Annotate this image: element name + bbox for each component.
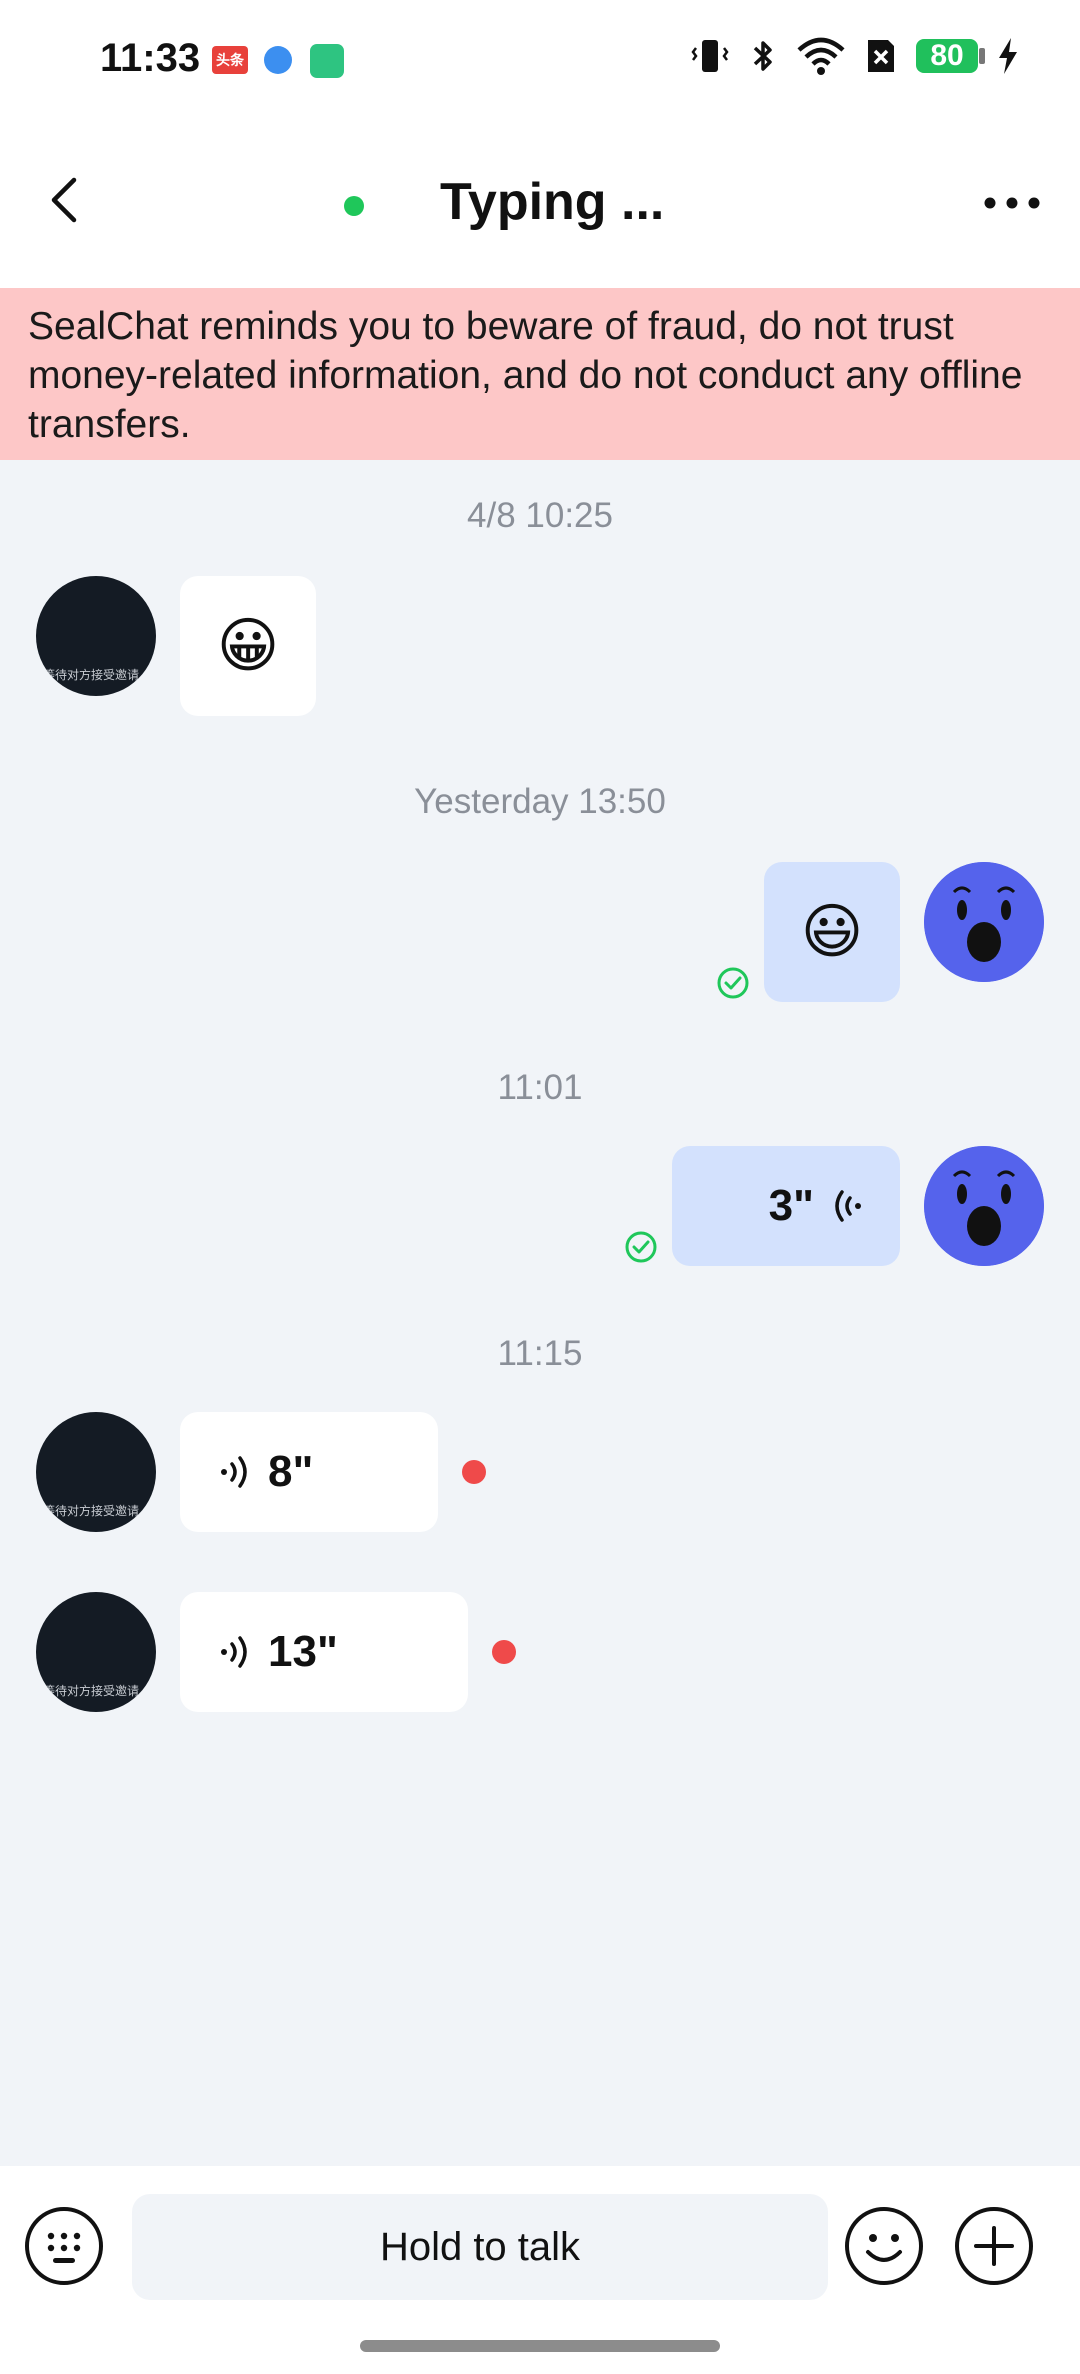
contact-avatar[interactable]: 等待对方接受邀请...	[36, 1412, 156, 1532]
unread-indicator-dot	[492, 1640, 516, 1664]
voice-duration: 3"	[768, 1181, 814, 1230]
voice-duration: 13"	[268, 1627, 338, 1676]
contact-avatar[interactable]: 等待对方接受邀请...	[36, 576, 156, 696]
message-timestamp: Yesterday 13:50	[414, 782, 666, 821]
message-timestamp: 11:15	[497, 1334, 583, 1373]
more-dots-icon[interactable]	[980, 178, 1044, 228]
back-arrow-icon[interactable]	[36, 170, 96, 230]
outgoing-emoji-message[interactable]: 😃	[764, 862, 900, 1002]
plus-icon[interactable]	[954, 2206, 1034, 2286]
status-bar: 11:33 头条 80	[0, 0, 1080, 120]
avatar-caption: 等待对方接受邀请...	[42, 1504, 149, 1518]
avatar-caption: 等待对方接受邀请...	[42, 1684, 149, 1698]
message-timestamp: 11:01	[497, 1068, 583, 1107]
self-avatar[interactable]	[924, 1146, 1044, 1266]
chat-header: Typing ...	[0, 120, 1080, 288]
toutiao-app-label: 头条	[216, 52, 244, 68]
incoming-emoji-message[interactable]: 😀	[180, 576, 316, 716]
browser-app-icon	[264, 46, 292, 74]
status-icons: 80	[690, 36, 1020, 76]
unread-indicator-dot	[462, 1460, 486, 1484]
status-time: 11:33	[100, 36, 201, 80]
battery-level: 80	[930, 39, 964, 72]
fraud-warning-banner: SealChat reminds you to beware of fraud,…	[0, 288, 1080, 460]
voice-wave-icon	[221, 1456, 247, 1488]
check-circle-icon	[625, 1231, 657, 1263]
chat-title: Typing ...	[440, 173, 665, 231]
contact-avatar[interactable]: 等待对方接受邀请...	[36, 1592, 156, 1712]
message-timestamp: 4/8 10:25	[467, 496, 613, 535]
keyboard-icon[interactable]	[24, 2206, 104, 2286]
self-avatar[interactable]	[924, 862, 1044, 982]
emoji-icon[interactable]	[844, 2206, 924, 2286]
battery-indicator: 80	[916, 39, 985, 73]
outgoing-voice-message[interactable]: 3"	[672, 1146, 900, 1266]
hold-to-talk-button[interactable]: Hold to talk	[132, 2194, 828, 2300]
incoming-voice-message[interactable]: 8"	[180, 1412, 438, 1532]
smiley-face-emoji: 😃	[800, 898, 864, 965]
charging-icon	[999, 38, 1017, 74]
grinning-face-emoji: 😀	[216, 612, 280, 679]
voice-wave-icon	[221, 1636, 247, 1668]
toutiao-app-icon: 头条	[212, 46, 248, 74]
home-indicator[interactable]	[360, 2340, 720, 2352]
voice-duration: 8"	[268, 1447, 314, 1496]
online-status-dot	[344, 196, 364, 216]
voice-wave-icon	[835, 1190, 861, 1222]
check-circle-icon	[717, 967, 749, 999]
vibrate-icon	[691, 40, 729, 72]
no-sim-icon	[868, 40, 894, 72]
incoming-voice-message[interactable]: 13"	[180, 1592, 468, 1712]
wifi-icon	[797, 37, 845, 75]
bluetooth-icon	[753, 41, 772, 71]
avatar-caption: 等待对方接受邀请...	[42, 668, 149, 682]
battery-saver-app-icon	[310, 44, 344, 78]
